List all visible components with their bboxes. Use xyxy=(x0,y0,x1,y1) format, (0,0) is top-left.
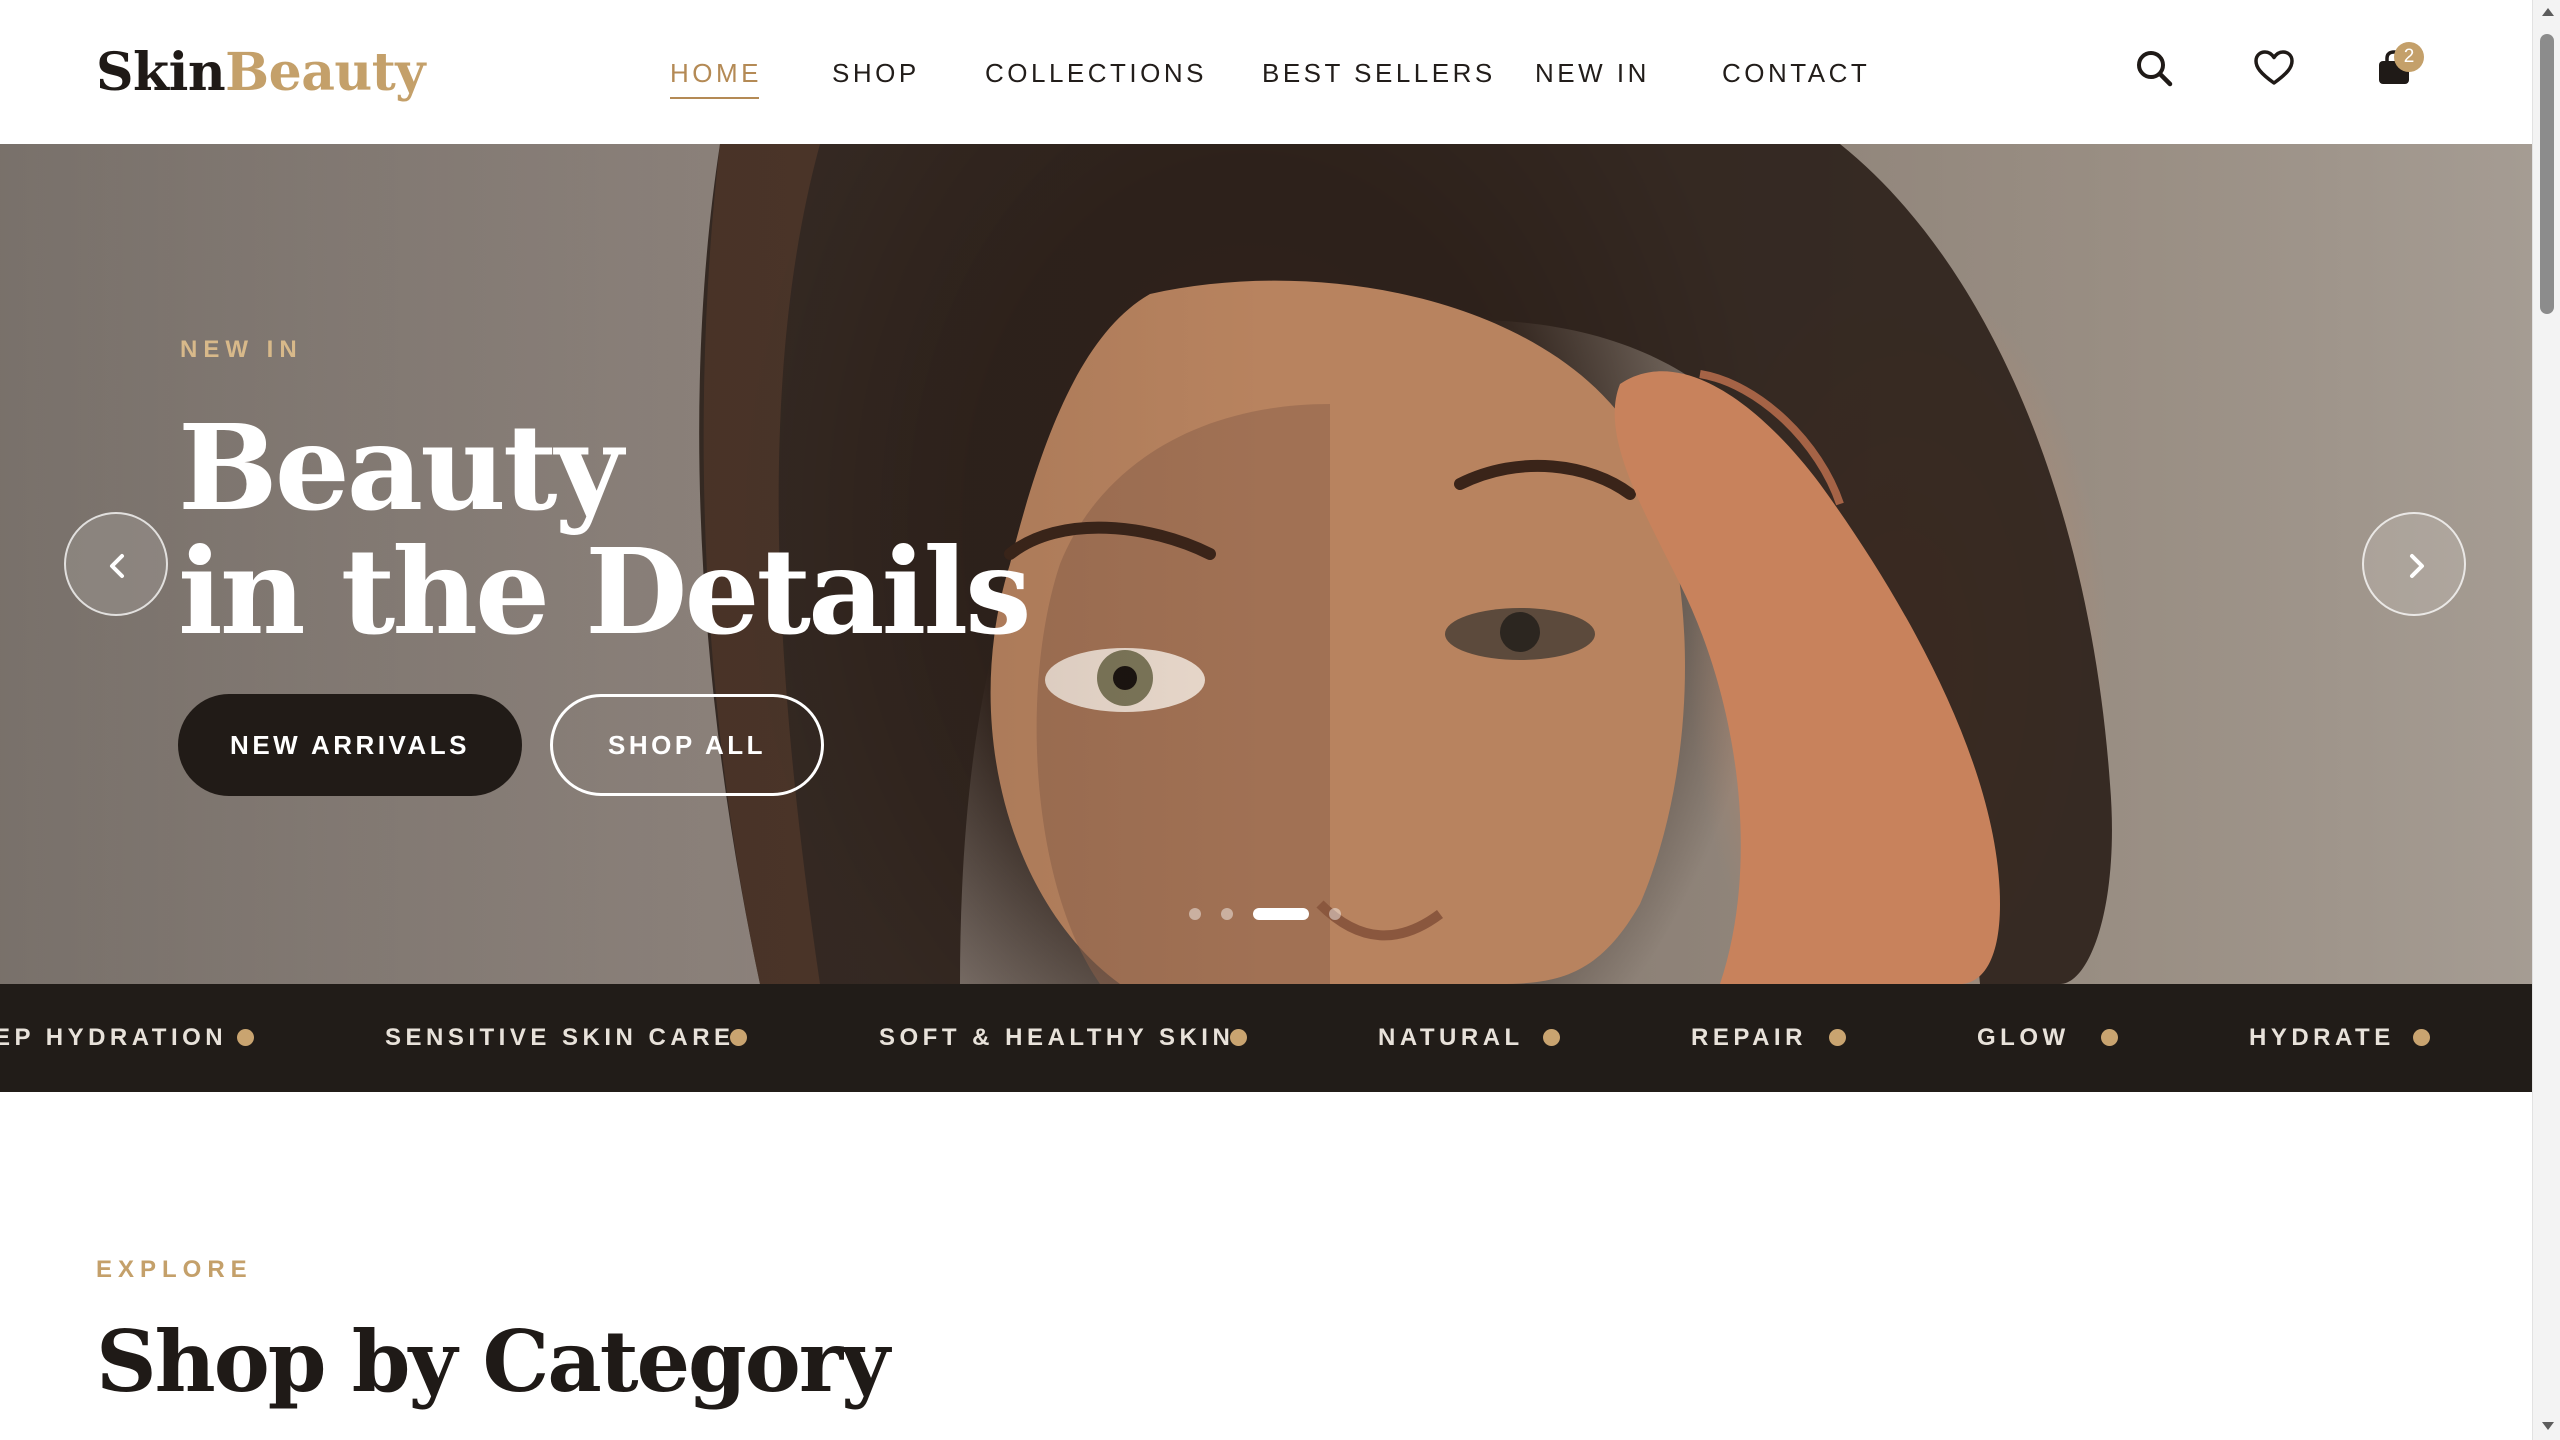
slider-dot-3-active[interactable] xyxy=(1253,908,1309,920)
section-eyebrow: EXPLORE xyxy=(96,1256,253,1283)
marquee-item: SENSITIVE SKIN CARE xyxy=(385,1024,735,1051)
marquee-item: REPAIR xyxy=(1691,1024,1807,1051)
marquee-dot xyxy=(2413,1029,2430,1046)
nav-shop[interactable]: SHOP xyxy=(832,56,920,90)
shop-all-button[interactable]: SHOP ALL xyxy=(550,694,824,796)
search-button[interactable] xyxy=(2130,44,2178,92)
slider-next-button[interactable] xyxy=(2362,512,2466,616)
scroll-down-arrow-icon[interactable] xyxy=(2542,1422,2554,1430)
hero-title: Beauty in the Details xyxy=(178,398,1032,661)
marquee-item: GLOW xyxy=(1977,1024,2070,1051)
brand-name-part2: Beauty xyxy=(225,42,425,103)
brand-name-part1: Skin xyxy=(96,42,226,103)
marquee-dot xyxy=(1829,1029,1846,1046)
brand-logo[interactable]: SkinBeauty xyxy=(96,38,425,108)
chevron-right-icon xyxy=(2410,554,2424,578)
slider-dot-2[interactable] xyxy=(1221,908,1233,920)
chevron-left-icon xyxy=(110,554,124,578)
cart-count-badge: 2 xyxy=(2394,42,2424,72)
heart-icon xyxy=(2254,50,2294,85)
nav-new-in[interactable]: NEW IN xyxy=(1535,56,1650,90)
nav-home[interactable]: HOME xyxy=(670,56,762,99)
marquee-item: NATURAL xyxy=(1378,1024,1524,1051)
marquee-dot xyxy=(237,1029,254,1046)
scrollbar-thumb[interactable] xyxy=(2540,34,2554,314)
nav-contact[interactable]: CONTACT xyxy=(1722,56,1870,90)
nav-best-sellers[interactable]: BEST SELLERS xyxy=(1262,56,1496,90)
scroll-up-arrow-icon[interactable] xyxy=(2542,8,2554,16)
cart-button[interactable]: 2 xyxy=(2370,42,2424,92)
benefits-marquee: EP HYDRATION SENSITIVE SKIN CARE SOFT & … xyxy=(0,984,2532,1092)
section-title: Shop by Category xyxy=(96,1312,890,1411)
page-scrollbar[interactable] xyxy=(2532,0,2560,1440)
marquee-dot xyxy=(1230,1029,1247,1046)
slider-dot-1[interactable] xyxy=(1189,908,1201,920)
marquee-dot xyxy=(1543,1029,1560,1046)
slider-prev-button[interactable] xyxy=(64,512,168,616)
hero-eyebrow: NEW IN xyxy=(180,336,303,363)
hero-title-line-1: Beauty xyxy=(178,398,623,537)
nav-collections[interactable]: COLLECTIONS xyxy=(985,56,1207,90)
search-icon xyxy=(2137,51,2173,87)
marquee-item: EP HYDRATION xyxy=(0,1024,228,1051)
slider-dot-4[interactable] xyxy=(1329,908,1341,920)
hero-title-line-2: in the Details xyxy=(178,522,1032,661)
wishlist-button[interactable] xyxy=(2250,44,2298,92)
marquee-dot xyxy=(2101,1029,2118,1046)
marquee-dot xyxy=(730,1029,747,1046)
marquee-item: SOFT & HEALTHY SKIN xyxy=(879,1024,1235,1051)
marquee-item: HYDRATE xyxy=(2249,1024,2395,1051)
hero-slider: NEW IN Beauty in the Details NEW ARRIVAL… xyxy=(0,144,2532,984)
site-header: SkinBeauty HOME SHOP COLLECTIONS BEST SE… xyxy=(0,0,2532,144)
new-arrivals-button[interactable]: NEW ARRIVALS xyxy=(178,694,522,796)
